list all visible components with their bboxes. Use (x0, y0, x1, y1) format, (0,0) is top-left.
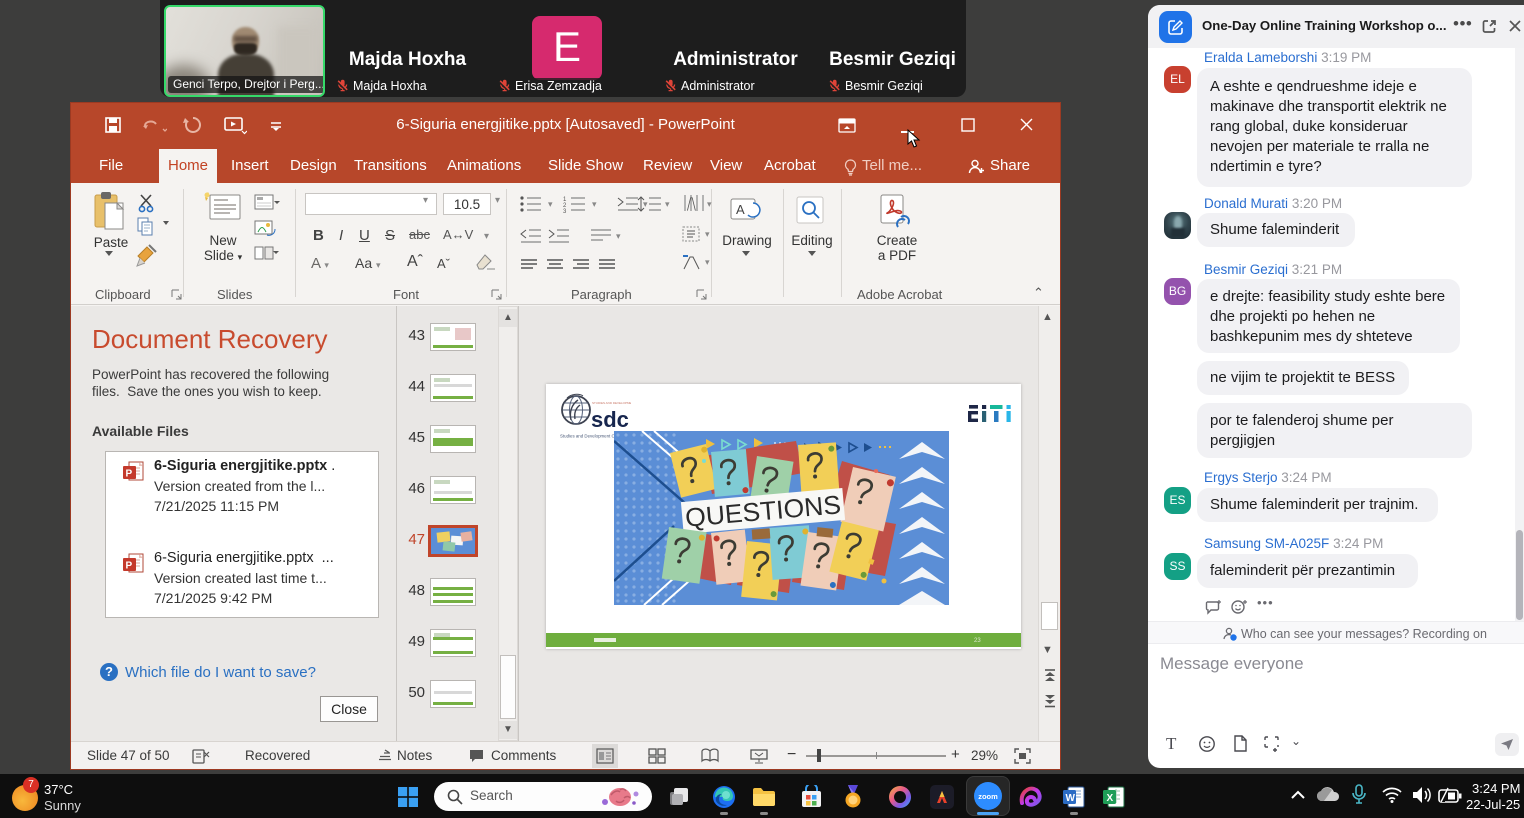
svg-text:STUDIES AND DEVELOPMENT CENTER: STUDIES AND DEVELOPMENT CENTER (592, 401, 631, 405)
svg-text:X: X (1107, 793, 1114, 804)
svg-text:A: A (736, 202, 745, 217)
svg-text:P: P (126, 469, 133, 480)
svg-text:W: W (1066, 793, 1076, 804)
svg-text:3: 3 (563, 209, 567, 213)
svg-text:sdc: sdc (591, 407, 629, 432)
svg-text:P: P (126, 561, 133, 572)
